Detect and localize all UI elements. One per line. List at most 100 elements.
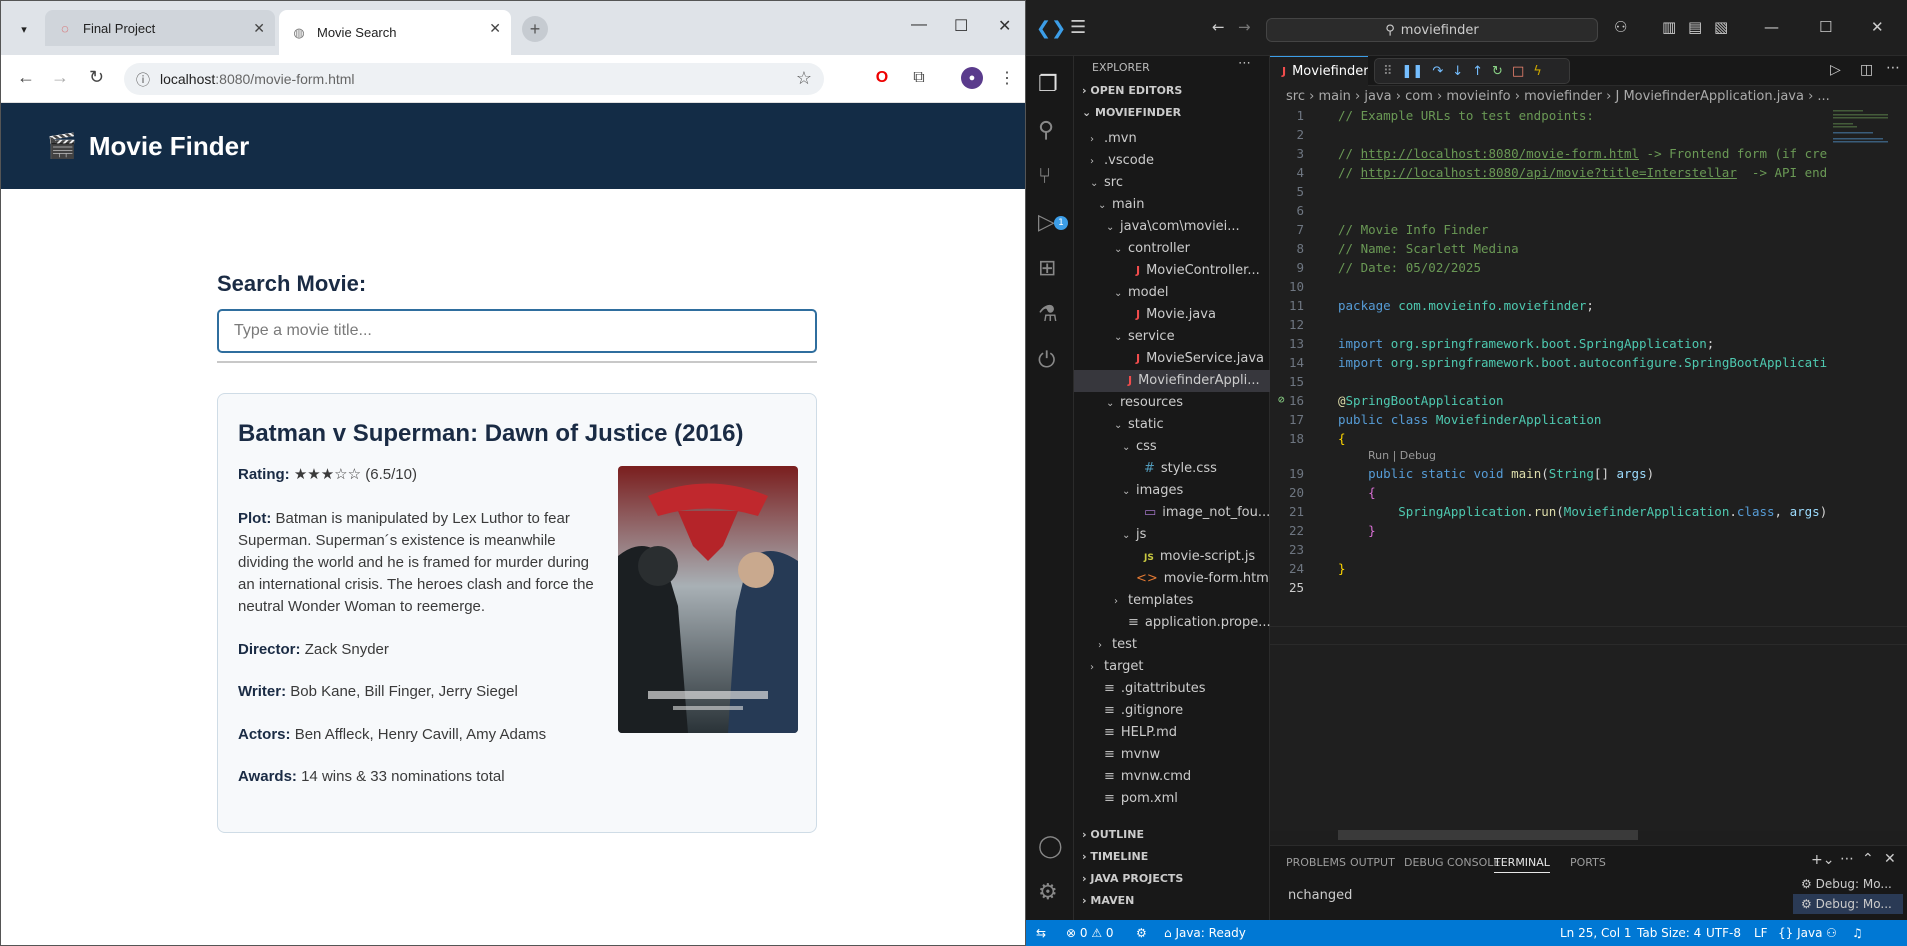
run-icon[interactable]: ▷ — [1830, 62, 1841, 78]
reload-icon[interactable]: ↻ — [89, 67, 104, 88]
notifications-bell-icon[interactable]: ♫ — [1852, 926, 1863, 940]
tree-item[interactable]: # style.css — [1074, 458, 1270, 480]
problems-count[interactable]: ⊗ 0 ⚠ 0 — [1066, 926, 1114, 940]
back-icon[interactable]: ← — [1212, 18, 1225, 36]
testing-icon[interactable]: ⚗ — [1038, 302, 1058, 327]
java-status[interactable]: ⌂ Java: Ready — [1164, 926, 1246, 940]
tree-item[interactable]: J MoviefinderAppli... — [1074, 370, 1270, 392]
tab-list-icon[interactable]: ▾ — [13, 18, 35, 40]
section-java-projects[interactable]: › JAVA PROJECTS — [1082, 872, 1183, 885]
cursor-position[interactable]: Ln 25, Col 1 — [1560, 926, 1632, 940]
hamburger-menu-icon[interactable]: ☰ — [1070, 17, 1086, 38]
tree-item[interactable]: <> movie-form.html — [1074, 568, 1270, 590]
breakpoint-icon[interactable]: ⊘ — [1278, 393, 1285, 406]
more-actions-icon[interactable]: ⋯ — [1238, 56, 1251, 71]
tree-item[interactable]: ⌄ service — [1074, 326, 1270, 348]
hot-code-replace-icon[interactable]: ϟ — [1533, 64, 1542, 79]
browser-tab-final-project[interactable]: ◌ Final Project ✕ — [45, 10, 275, 46]
tree-item[interactable]: J Movie.java — [1074, 304, 1270, 326]
tree-item[interactable]: ≡ pom.xml — [1074, 788, 1270, 810]
extensions-puzzle-icon[interactable]: ⧉ — [908, 67, 930, 89]
toggle-sidebar-icon[interactable]: ▥ — [1662, 18, 1676, 36]
tree-item[interactable]: › .vscode — [1074, 150, 1270, 172]
toggle-panel-icon[interactable]: ▤ — [1688, 18, 1702, 36]
minimize-icon[interactable]: — — [911, 16, 927, 34]
breadcrumb[interactable]: src › main › java › com › movieinfo › mo… — [1270, 86, 1907, 108]
bookmark-star-icon[interactable]: ☆ — [796, 68, 812, 89]
section-outline[interactable]: › OUTLINE — [1082, 828, 1144, 841]
movie-search-input[interactable] — [217, 309, 817, 353]
accounts-icon[interactable]: ◯ — [1038, 834, 1063, 859]
tree-item[interactable]: › test — [1074, 634, 1270, 656]
restart-icon[interactable]: ↻ — [1492, 64, 1503, 79]
pause-icon[interactable]: ❚❚ — [1402, 64, 1424, 79]
tree-item[interactable]: J MovieController... — [1074, 260, 1270, 282]
tree-item[interactable]: › .mvn — [1074, 128, 1270, 150]
browser-tab-movie-search[interactable]: ◍ Movie Search ✕ — [279, 10, 511, 55]
panel-tab-debug-console[interactable]: DEBUG CONSOLE — [1404, 856, 1500, 869]
copilot-icon[interactable]: ⚇ — [1614, 18, 1627, 36]
editor-tab-moviefinder[interactable]: J MoviefinderA — [1270, 56, 1368, 86]
maximize-icon[interactable]: ☐ — [1819, 18, 1832, 36]
new-tab-button[interactable]: + — [522, 16, 548, 42]
tab-size[interactable]: Tab Size: 4 — [1637, 926, 1701, 940]
horizontal-scrollbar[interactable] — [1338, 830, 1638, 840]
language-mode[interactable]: {} Java — [1778, 926, 1822, 940]
tree-item[interactable]: ≡ mvnw.cmd — [1074, 766, 1270, 788]
tree-item[interactable]: ⌄ controller — [1074, 238, 1270, 260]
tree-item[interactable]: JS movie-script.js — [1074, 546, 1270, 568]
debug-status-icon[interactable]: ⚙ — [1136, 926, 1147, 940]
encoding[interactable]: UTF-8 — [1706, 926, 1741, 940]
section-open-editors[interactable]: › OPEN EDITORS — [1082, 84, 1182, 97]
tree-item[interactable]: ⌄ main — [1074, 194, 1270, 216]
explorer-icon[interactable]: ❐ — [1038, 72, 1058, 97]
tree-item[interactable]: ≡ HELP.md — [1074, 722, 1270, 744]
tree-item[interactable]: ⌄ images — [1074, 480, 1270, 502]
settings-gear-icon[interactable]: ⚙ — [1038, 880, 1058, 905]
forward-icon[interactable]: → — [51, 67, 69, 88]
section-timeline[interactable]: › TIMELINE — [1082, 850, 1148, 863]
more-actions-icon[interactable]: ⋯ — [1886, 60, 1900, 76]
browser-menu-icon[interactable]: ⋮ — [996, 67, 1018, 89]
tree-item[interactable]: ≡ .gitattributes — [1074, 678, 1270, 700]
profile-avatar[interactable]: ● — [961, 67, 983, 89]
close-window-icon[interactable]: ✕ — [1871, 18, 1884, 36]
maximize-icon[interactable]: ☐ — [954, 16, 968, 36]
forward-icon[interactable]: → — [1238, 18, 1251, 36]
search-icon[interactable]: ⚲ — [1038, 118, 1054, 143]
section-project[interactable]: ⌄ MOVIEFINDER — [1082, 106, 1181, 119]
close-tab-icon[interactable]: ✕ — [253, 20, 265, 37]
close-panel-icon[interactable]: ✕ — [1884, 851, 1896, 867]
tree-item[interactable]: ≡ application.prope... — [1074, 612, 1270, 634]
tree-item[interactable]: › target — [1074, 656, 1270, 678]
tree-item[interactable]: › templates — [1074, 590, 1270, 612]
tree-item[interactable]: J MovieService.java — [1074, 348, 1270, 370]
command-center-search[interactable]: ⚲ moviefinder — [1266, 18, 1598, 42]
toggle-secondary-sidebar-icon[interactable]: ▧ — [1714, 18, 1728, 36]
drag-handle-icon[interactable]: ⠿ — [1383, 64, 1393, 79]
remote-indicator-icon[interactable]: ⇆ — [1036, 926, 1046, 940]
source-control-icon[interactable]: ⑂ — [1038, 164, 1051, 189]
panel-tab-terminal[interactable]: TERMINAL — [1494, 856, 1550, 873]
remote-icon[interactable]: ⏻ — [1038, 348, 1055, 373]
panel-tab-ports[interactable]: PORTS — [1570, 856, 1606, 869]
stop-icon[interactable]: □ — [1512, 64, 1524, 79]
step-into-icon[interactable]: ↓ — [1452, 64, 1463, 79]
maximize-panel-icon[interactable]: ⌃ — [1862, 851, 1874, 867]
panel-tab-problems[interactable]: PROBLEMS — [1286, 856, 1346, 869]
new-terminal-icon[interactable]: +⌄ — [1811, 852, 1834, 868]
minimize-icon[interactable]: — — [1764, 18, 1779, 36]
line-ending[interactable]: LF — [1754, 926, 1768, 940]
minimap[interactable] — [1833, 108, 1893, 168]
split-editor-icon[interactable]: ◫ — [1860, 62, 1873, 78]
copilot-status-icon[interactable]: ⚇ — [1826, 926, 1837, 940]
tree-item[interactable]: ⌄ src — [1074, 172, 1270, 194]
terminal-session-1[interactable]: ⚙ Debug: Mo... — [1793, 874, 1903, 894]
code-lens-run-debug[interactable]: Run | Debug — [1368, 449, 1436, 462]
tree-item[interactable]: ⌄ model — [1074, 282, 1270, 304]
tree-item[interactable]: ≡ mvnw — [1074, 744, 1270, 766]
step-out-icon[interactable]: ↑ — [1472, 64, 1483, 79]
terminal-output[interactable]: nchanged — [1288, 888, 1352, 903]
step-over-icon[interactable]: ↷ — [1432, 64, 1443, 79]
tree-item[interactable]: ⌄ css — [1074, 436, 1270, 458]
